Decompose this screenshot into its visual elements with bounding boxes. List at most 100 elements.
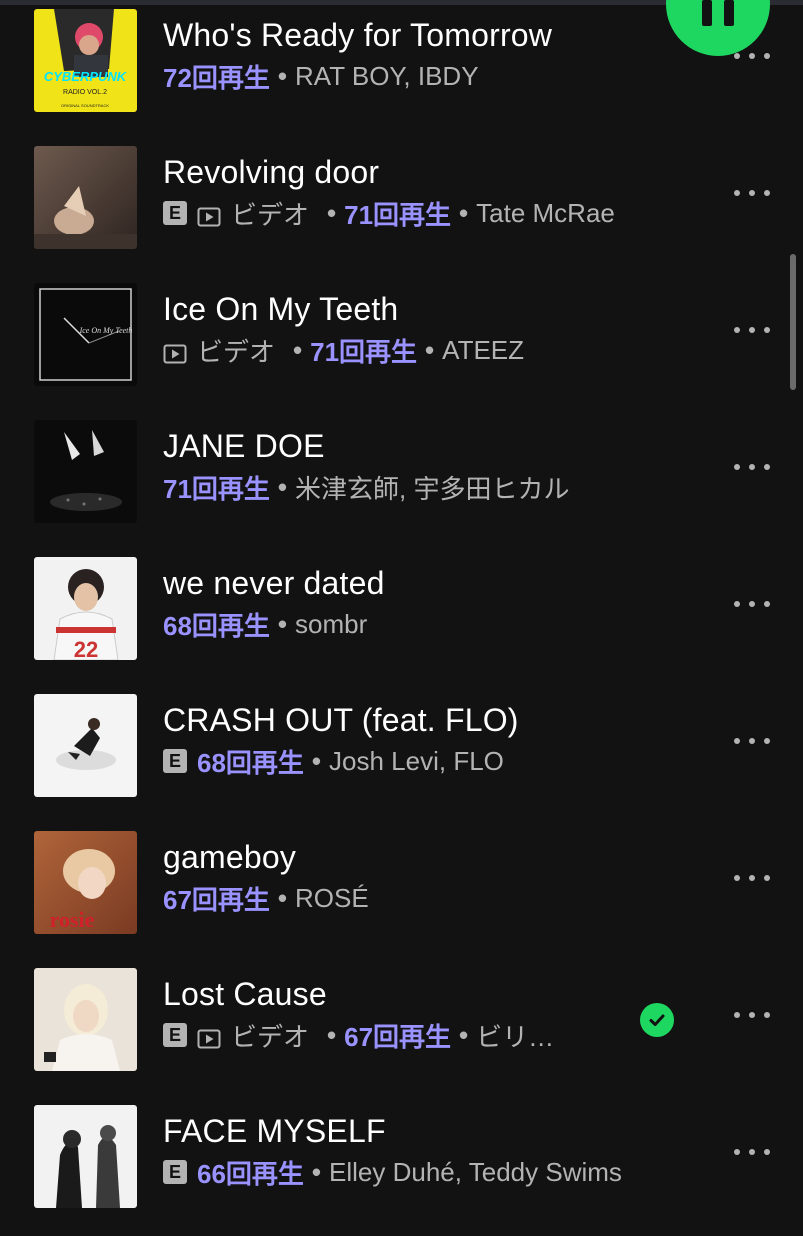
dot-icon — [734, 875, 740, 881]
dot-icon — [749, 738, 755, 744]
track-meta: 68回再生 • sombr — [163, 608, 368, 641]
track-row[interactable]: JANE DOE 71回再生 • 米津玄師, 宇多田ヒカル — [0, 414, 803, 551]
track-title: CRASH OUT (feat. FLO) — [163, 702, 519, 738]
album-cover: 22 — [34, 557, 137, 660]
separator: • — [459, 197, 469, 228]
album-cover — [34, 146, 137, 249]
album-cover: CYBERPUNK RADIO VOL.2 ORIGINAL SOUNDTRAC… — [34, 9, 137, 112]
track-row[interactable]: CRASH OUT (feat. FLO) E 68回再生 • Josh Lev… — [0, 688, 803, 825]
track-meta: E ビデオ • 71回再生 • Tate McRae — [163, 197, 615, 230]
dot-icon — [734, 327, 740, 333]
scrollbar[interactable] — [790, 254, 796, 390]
play-count: 71回再生 — [163, 473, 270, 504]
pause-icon — [724, 0, 734, 26]
dot-icon — [764, 738, 770, 744]
downloaded-check-icon — [640, 1003, 674, 1037]
dot-icon — [764, 601, 770, 607]
more-options-button[interactable] — [734, 1144, 770, 1160]
play-count: 68回再生 — [163, 610, 270, 641]
pause-icon — [702, 0, 712, 26]
more-options-button[interactable] — [734, 1007, 770, 1023]
track-artists: ROSÉ — [295, 882, 369, 913]
track-artists: Elley Duhé, Teddy Swims — [329, 1156, 622, 1187]
dot-icon — [749, 875, 755, 881]
separator: • — [311, 745, 322, 776]
track-title: Who's Ready for Tomorrow — [163, 17, 553, 53]
track-title: FACE MYSELF — [163, 1113, 386, 1149]
track-meta: ビデオ • 71回再生 • ATEEZ — [163, 334, 525, 367]
video-label: ビデオ — [231, 199, 310, 230]
video-icon — [197, 1025, 221, 1049]
dot-icon — [749, 53, 755, 59]
more-options-button[interactable] — [734, 459, 770, 475]
play-count: 66回再生 — [197, 1158, 304, 1189]
track-title: Ice On My Teeth — [163, 291, 399, 327]
track-meta: 67回再生 • ROSÉ — [163, 882, 369, 915]
track-meta: 72回再生 • RAT BOY, IBDY — [163, 60, 479, 93]
track-title: we never dated — [163, 565, 385, 601]
track-meta: E 68回再生 • Josh Levi, FLO — [163, 745, 504, 778]
separator: • — [277, 60, 288, 91]
more-options-button[interactable] — [734, 733, 770, 749]
track-row[interactable]: Ice On My Teeth Ice On My Teeth ビデオ • 71… — [0, 277, 803, 414]
dot-icon — [764, 875, 770, 881]
dot-icon — [764, 1012, 770, 1018]
track-artists: ATEEZ — [442, 334, 525, 365]
video-icon — [163, 340, 187, 364]
album-cover: rosie — [34, 831, 137, 934]
track-artists: RAT BOY, IBDY — [295, 60, 479, 91]
separator: • — [293, 334, 303, 365]
dot-icon — [734, 738, 740, 744]
cover-text: ORIGINAL SOUNDTRACK — [61, 103, 109, 108]
track-row[interactable]: rosie gameboy 67回再生 • ROSÉ — [0, 825, 803, 962]
album-cover — [34, 1105, 137, 1208]
dot-icon — [734, 1012, 740, 1018]
track-title: Revolving door — [163, 154, 380, 190]
more-options-button[interactable] — [734, 322, 770, 338]
dot-icon — [734, 190, 740, 196]
dot-icon — [749, 1149, 755, 1155]
explicit-badge: E — [163, 749, 187, 773]
track-row[interactable]: 22 we never dated 68回再生 • sombr — [0, 551, 803, 688]
album-cover — [34, 968, 137, 1071]
dot-icon — [749, 464, 755, 470]
track-artists: ビリ… — [476, 1021, 555, 1052]
dot-icon — [764, 1149, 770, 1155]
track-title: JANE DOE — [163, 428, 325, 464]
video-icon — [197, 203, 221, 227]
more-options-button[interactable] — [734, 185, 770, 201]
dot-icon — [749, 1012, 755, 1018]
dot-icon — [749, 601, 755, 607]
dot-icon — [734, 464, 740, 470]
track-title: gameboy — [163, 839, 297, 875]
track-row[interactable]: Revolving door E ビデオ • 71回再生 • Tate McRa… — [0, 140, 803, 277]
play-count: 71回再生 — [310, 336, 418, 367]
dot-icon — [764, 327, 770, 333]
track-title: Lost Cause — [163, 976, 327, 1012]
cover-text: CYBERPUNK — [44, 69, 128, 84]
track-meta: E 66回再生 • Elley Duhé, Teddy Swims — [163, 1156, 622, 1189]
separator: • — [277, 608, 288, 639]
separator: • — [327, 1019, 337, 1050]
cover-text: RADIO VOL.2 — [63, 89, 107, 96]
video-label: ビデオ — [197, 336, 276, 367]
more-options-button[interactable] — [734, 596, 770, 612]
dot-icon — [764, 190, 770, 196]
track-row[interactable]: Lost Cause E ビデオ • 67回再生 • ビリ… — [0, 962, 803, 1099]
cover-text: rosie — [50, 907, 95, 932]
cover-text: 22 — [74, 637, 98, 660]
dot-icon — [734, 53, 740, 59]
play-count: 67回再生 — [344, 1021, 452, 1052]
more-options-button[interactable] — [734, 870, 770, 886]
play-count: 72回再生 — [163, 62, 270, 93]
separator: • — [327, 197, 337, 228]
play-count: 68回再生 — [197, 747, 304, 778]
separator: • — [277, 471, 288, 502]
track-row[interactable]: FACE MYSELF E 66回再生 • Elley Duhé, Teddy … — [0, 1099, 803, 1236]
explicit-badge: E — [163, 1023, 187, 1047]
track-artists: sombr — [295, 608, 368, 639]
separator: • — [425, 334, 435, 365]
track-meta: 71回再生 • 米津玄師, 宇多田ヒカル — [163, 471, 569, 504]
separator: • — [277, 882, 288, 913]
track-artists: 米津玄師, 宇多田ヒカル — [295, 473, 570, 504]
